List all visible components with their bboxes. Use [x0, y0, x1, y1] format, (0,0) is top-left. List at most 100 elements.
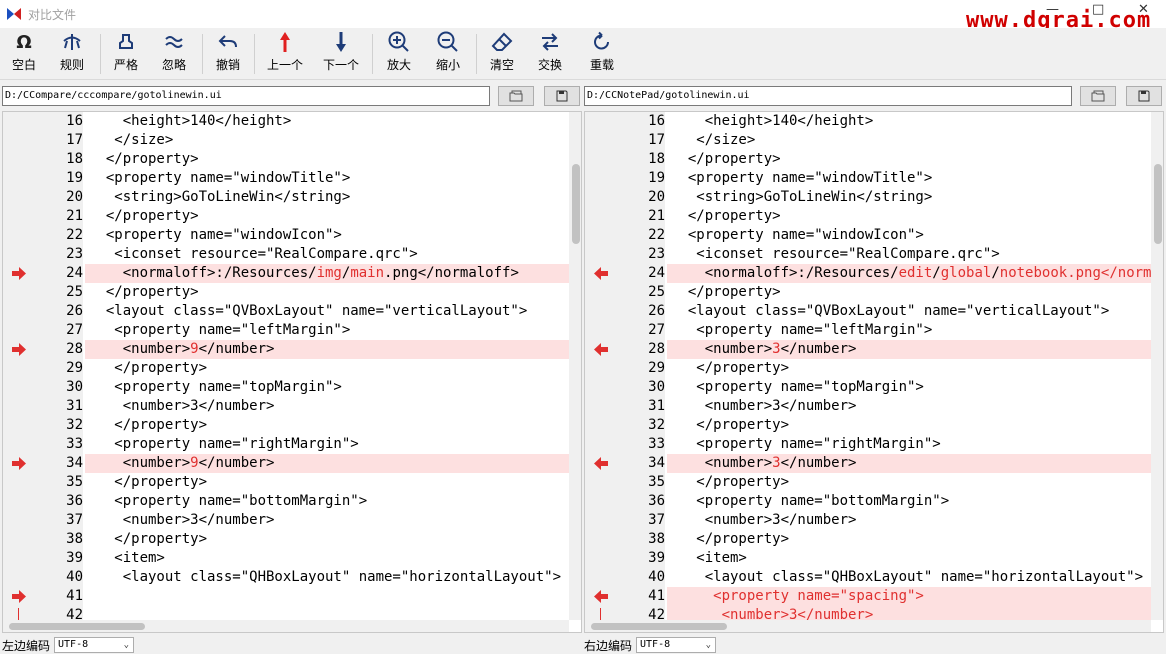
code-line[interactable]: 29 </property> — [585, 359, 1151, 378]
left-save-button[interactable] — [544, 86, 580, 106]
zoom-in-button[interactable]: 放大 — [381, 28, 417, 78]
code-line[interactable]: 19 <property name="windowTitle"> — [585, 169, 1151, 188]
code-line[interactable]: 35 </property> — [585, 473, 1151, 492]
code-line[interactable]: 16 <height>140</height> — [3, 112, 569, 131]
line-number: 24 — [648, 265, 665, 281]
code-line[interactable]: 21 </property> — [3, 207, 569, 226]
code-line[interactable]: 27 <property name="leftMargin"> — [3, 321, 569, 340]
code-line[interactable]: 33 <property name="rightMargin"> — [3, 435, 569, 454]
code-line[interactable]: 20 <string>GoToLineWin</string> — [585, 188, 1151, 207]
code-line[interactable]: 30 <property name="topMargin"> — [3, 378, 569, 397]
blank-button[interactable]: Ω 空白 — [6, 28, 42, 78]
code-line[interactable]: 18 </property> — [3, 150, 569, 169]
code-line[interactable]: 22 <property name="windowIcon"> — [3, 226, 569, 245]
diff-line[interactable]: 28 <number>9</number> — [3, 340, 569, 359]
code-line[interactable]: 18 </property> — [585, 150, 1151, 169]
code-line[interactable]: 31 <number>3</number> — [585, 397, 1151, 416]
code-line[interactable]: 23 <iconset resource="RealCompare.qrc"> — [3, 245, 569, 264]
code-line[interactable]: 40 <layout class="QHBoxLayout" name="hor… — [585, 568, 1151, 587]
left-path-input[interactable]: D:/CCompare/cccompare/gotolinewin.ui — [2, 86, 490, 106]
code-line[interactable]: 17 </size> — [3, 131, 569, 150]
undo-icon — [210, 28, 246, 56]
diff-line[interactable]: 41 — [3, 587, 569, 606]
code-line[interactable]: 32 </property> — [3, 416, 569, 435]
code-line[interactable]: 30 <property name="topMargin"> — [585, 378, 1151, 397]
code-line[interactable]: 36 <property name="bottomMargin"> — [3, 492, 569, 511]
code-line[interactable]: 17 </size> — [585, 131, 1151, 150]
code-line[interactable]: 33 <property name="rightMargin"> — [585, 435, 1151, 454]
prev-diff-button[interactable]: 上一个 — [262, 28, 308, 78]
right-encoding-select[interactable]: UTF-8 ⌄ — [636, 637, 717, 653]
right-vscroll-thumb[interactable] — [1154, 164, 1162, 244]
code-line[interactable]: 37 <number>3</number> — [585, 511, 1151, 530]
left-vertical-scrollbar[interactable] — [569, 112, 581, 620]
code-line[interactable]: 29 </property> — [3, 359, 569, 378]
diff-line[interactable]: 24 <normaloff>:/Resources/edit/global/no… — [585, 264, 1151, 283]
code-line[interactable]: 22 <property name="windowIcon"> — [585, 226, 1151, 245]
diff-line[interactable]: 24 <normaloff>:/Resources/img/main.png</… — [3, 264, 569, 283]
right-path-input[interactable]: D:/CCNotePad/gotolinewin.ui — [584, 86, 1072, 106]
code-line[interactable]: 25 </property> — [3, 283, 569, 302]
code-line[interactable]: 16 <height>140</height> — [585, 112, 1151, 131]
folder-icon — [1091, 90, 1105, 102]
left-vscroll-thumb[interactable] — [572, 164, 580, 244]
left-code-pane[interactable]: 16 <height>140</height> 17 </size> 18 </pr… — [2, 111, 582, 633]
code-line[interactable]: 31 <number>3</number> — [3, 397, 569, 416]
line-text: </property> — [671, 417, 790, 433]
right-save-button[interactable] — [1126, 86, 1162, 106]
line-number: 25 — [66, 284, 83, 300]
code-line[interactable]: 39 <item> — [3, 549, 569, 568]
diff-arrow-right-icon — [12, 457, 26, 470]
line-text: <property name="topMargin"> — [671, 379, 924, 395]
code-line[interactable]: 39 <item> — [585, 549, 1151, 568]
save-icon — [1138, 90, 1150, 102]
next-diff-button[interactable]: 下一个 — [318, 28, 364, 78]
right-hscroll-thumb[interactable] — [591, 623, 727, 630]
toolbar: Ω 空白 规则 严格 忽略 撤销 上一个 下一个 放大 缩小 清空 交换 重载 — [0, 28, 1166, 80]
right-horizontal-scrollbar[interactable] — [585, 620, 1151, 632]
maximize-button[interactable]: □ — [1092, 2, 1104, 17]
minimize-button[interactable]: — — [1046, 2, 1059, 17]
code-line[interactable]: 25 </property> — [585, 283, 1151, 302]
swap-button[interactable]: 交换 — [532, 28, 568, 78]
code-line[interactable]: 21 </property> — [585, 207, 1151, 226]
code-line[interactable]: 38 </property> — [585, 530, 1151, 549]
line-number: 30 — [66, 379, 83, 395]
left-encoding-select[interactable]: UTF-8 ⌄ — [54, 637, 135, 653]
clear-button[interactable]: 清空 — [484, 28, 520, 78]
code-line[interactable]: 27 <property name="leftMargin"> — [585, 321, 1151, 340]
code-line[interactable]: 37 <number>3</number> — [3, 511, 569, 530]
diff-line[interactable]: 28 <number>3</number> — [585, 340, 1151, 359]
left-horizontal-scrollbar[interactable] — [3, 620, 569, 632]
code-line[interactable]: 40 <layout class="QHBoxLayout" name="hor… — [3, 568, 569, 587]
right-vertical-scrollbar[interactable] — [1151, 112, 1163, 620]
code-line[interactable]: 35 </property> — [3, 473, 569, 492]
diff-line[interactable]: 41 <property name="spacing"> — [585, 587, 1151, 606]
line-text: <layout class="QVBoxLayout" name="vertic… — [89, 303, 528, 319]
ignore-button[interactable]: 忽略 — [156, 28, 192, 78]
code-line[interactable]: 26 <layout class="QVBoxLayout" name="ver… — [585, 302, 1151, 321]
right-open-button[interactable] — [1080, 86, 1116, 106]
reload-icon — [584, 28, 620, 56]
reload-button[interactable]: 重载 — [584, 28, 620, 78]
code-line[interactable]: 20 <string>GoToLineWin</string> — [3, 188, 569, 207]
close-button[interactable]: ✕ — [1138, 2, 1149, 17]
right-code-pane[interactable]: 16 <height>140</height> 17 </size> 18 </pr… — [584, 111, 1164, 633]
undo-button[interactable]: 撤销 — [210, 28, 246, 78]
diff-line[interactable]: 34 <number>9</number> — [3, 454, 569, 473]
left-open-button[interactable] — [498, 86, 534, 106]
zoom-out-icon — [430, 28, 466, 56]
code-line[interactable]: 19 <property name="windowTitle"> — [3, 169, 569, 188]
zoom-out-button[interactable]: 缩小 — [430, 28, 466, 78]
diff-arrow-left-icon — [594, 267, 608, 280]
code-line[interactable]: 32 </property> — [585, 416, 1151, 435]
code-line[interactable]: 23 <iconset resource="RealCompare.qrc"> — [585, 245, 1151, 264]
code-line[interactable]: 26 <layout class="QVBoxLayout" name="ver… — [3, 302, 569, 321]
strict-button[interactable]: 严格 — [108, 28, 144, 78]
code-line[interactable]: 36 <property name="bottomMargin"> — [585, 492, 1151, 511]
code-line[interactable]: 38 </property> — [3, 530, 569, 549]
rules-button[interactable]: 规则 — [54, 28, 90, 78]
diff-line[interactable]: 34 <number>3</number> — [585, 454, 1151, 473]
line-text: <property name="bottomMargin"> — [671, 493, 950, 509]
left-hscroll-thumb[interactable] — [9, 623, 145, 630]
